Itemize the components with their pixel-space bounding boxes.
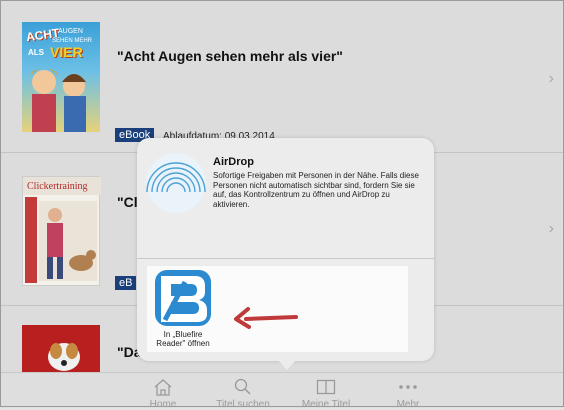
window-frame [0,0,564,407]
